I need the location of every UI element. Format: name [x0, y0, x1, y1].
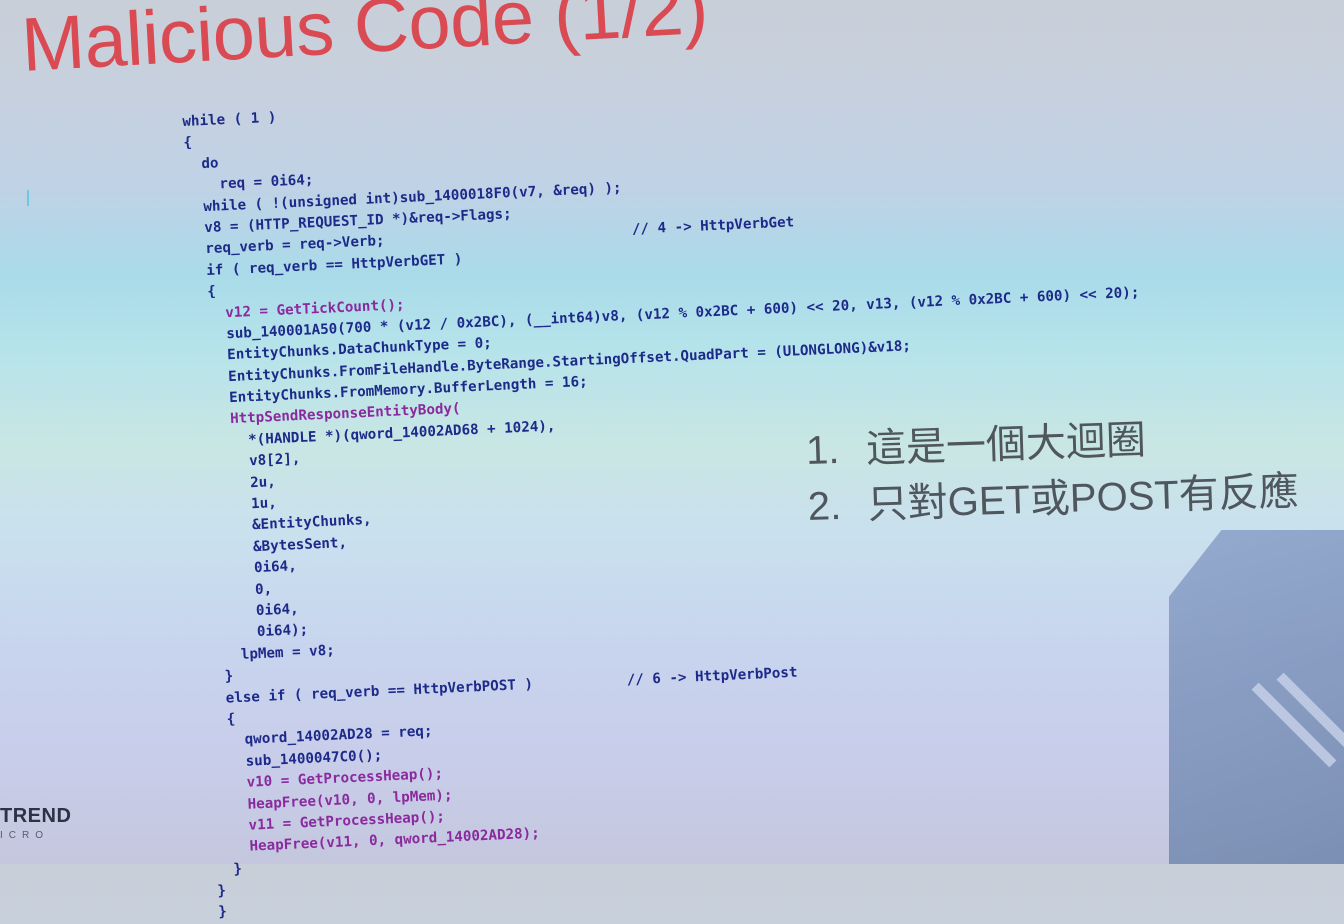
decorative-corner-shape: [1169, 530, 1344, 864]
bullet-list: 1. 這是一個大迴圈 2. 只對GET或POST有反應: [805, 403, 1299, 530]
logo-subtitle: ICRO: [0, 830, 49, 841]
bullet-text: 只對GET或POST有反應: [867, 469, 1300, 528]
logo-name: TREND: [0, 805, 72, 827]
bullet-number: 2.: [807, 483, 842, 529]
text-cursor: [27, 190, 29, 206]
presentation-slide: Malicious Code (1/2) while ( 1 ){ do req…: [0, 0, 1344, 921]
slide-title: Malicious Code (1/2): [19, 0, 710, 89]
bullet-number: 1.: [805, 427, 841, 473]
company-logo: TREND ICRO: [0, 806, 71, 846]
